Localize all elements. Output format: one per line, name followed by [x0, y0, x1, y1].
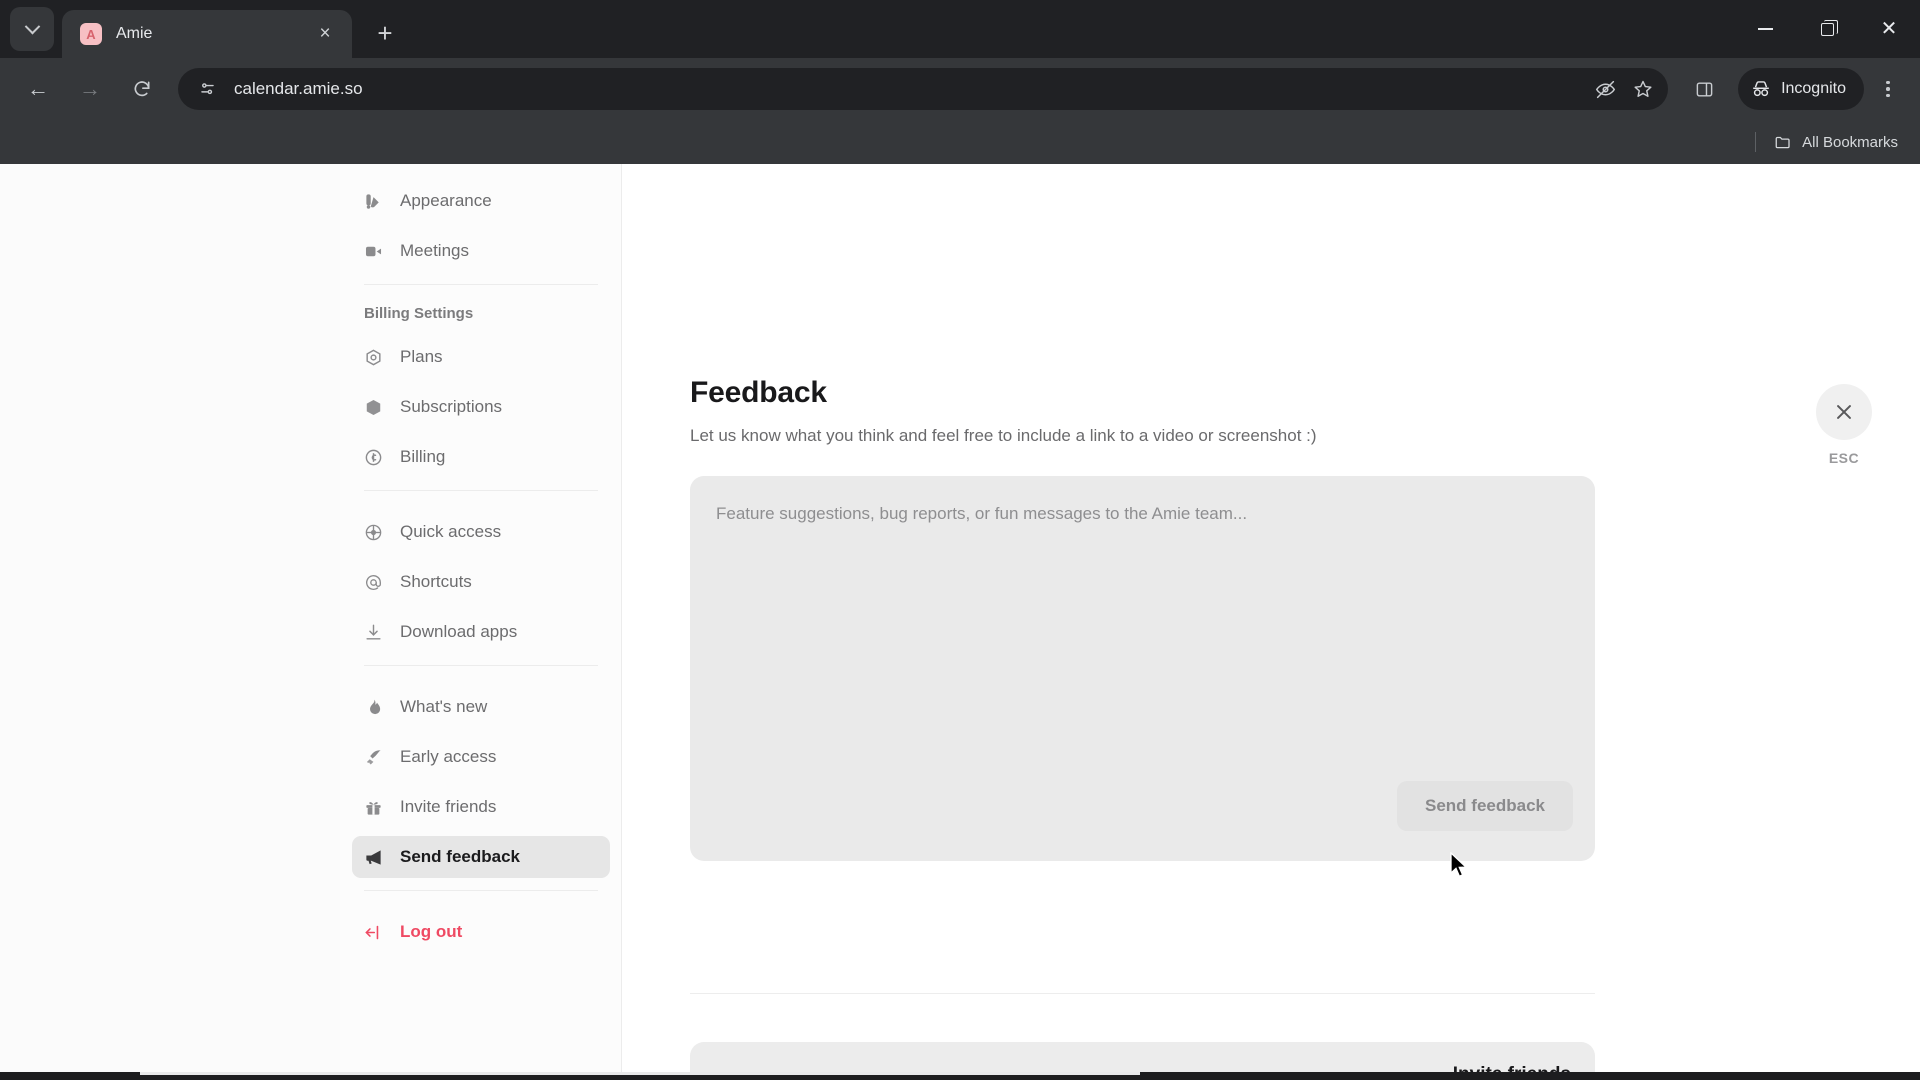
- divider: [364, 890, 598, 891]
- browser-toolbar: ← → calendar.amie.so Incognito: [0, 58, 1920, 120]
- sidebar-item-calendars[interactable]: Calendars: [352, 164, 610, 172]
- sidebar-item-shortcuts[interactable]: Shortcuts: [352, 561, 610, 603]
- site-settings-icon[interactable]: [192, 74, 222, 104]
- billing-settings-heading: Billing Settings: [364, 305, 474, 322]
- meetings-icon: [364, 242, 390, 261]
- side-panel-button[interactable]: [1683, 68, 1725, 110]
- quick-access-icon: [364, 523, 390, 542]
- mouse-cursor: [1450, 851, 1470, 880]
- sidebar-item-billing[interactable]: Billing: [352, 436, 610, 478]
- page-title: Feedback: [690, 376, 827, 409]
- settings-sidebar: Calendars Appearance: [340, 164, 622, 1072]
- sidebar-item-plans[interactable]: Plans: [352, 336, 610, 378]
- reload-button[interactable]: [121, 68, 163, 110]
- feedback-placeholder: Feature suggestions, bug reports, or fun…: [716, 504, 1248, 523]
- incognito-icon: [1753, 81, 1769, 97]
- bookmarks-bar: All Bookmarks: [0, 120, 1920, 164]
- back-button[interactable]: ←: [17, 68, 59, 110]
- shortcuts-icon: [364, 573, 390, 592]
- new-tab-button[interactable]: +: [366, 14, 404, 52]
- sidebar-label: Download apps: [400, 622, 518, 641]
- flame-icon: [364, 698, 390, 717]
- sidebar-item-logout[interactable]: Log out: [352, 911, 610, 953]
- close-modal-control[interactable]: ESC: [1812, 384, 1876, 466]
- sidebar-label: Invite friends: [400, 797, 497, 816]
- sidebar-scroll-area[interactable]: Calendars Appearance: [340, 164, 622, 1072]
- sidebar-label: Shortcuts: [400, 572, 472, 591]
- window-close-button[interactable]: ✕: [1858, 0, 1920, 58]
- sidebar-label: Meetings: [400, 241, 469, 260]
- billing-icon: [364, 448, 390, 467]
- toolbar-right: Incognito: [1678, 68, 1908, 110]
- tab-search-button[interactable]: [10, 7, 54, 51]
- browser-tab[interactable]: A Amie ×: [62, 10, 352, 58]
- url-text: calendar.amie.so: [234, 79, 363, 98]
- page-viewport: Calendars Appearance: [0, 164, 1920, 1080]
- incognito-label: Incognito: [1781, 80, 1846, 97]
- divider: [364, 284, 598, 285]
- sidebar-label: Log out: [400, 922, 463, 941]
- sidebar-item-download-apps[interactable]: Download apps: [352, 611, 610, 653]
- feedback-body: Feedback Let us know what you think and …: [690, 376, 1595, 1080]
- send-feedback-button[interactable]: Send feedback: [1397, 781, 1573, 831]
- sidebar-label: Send feedback: [400, 847, 520, 866]
- subscriptions-icon: [364, 398, 390, 417]
- sidebar-item-invite-friends[interactable]: Invite friends: [352, 786, 610, 828]
- close-icon: [1837, 405, 1851, 419]
- chrome-menu-button[interactable]: [1868, 69, 1908, 109]
- gift-icon: [364, 798, 390, 817]
- incognito-indicator[interactable]: Incognito: [1738, 68, 1864, 110]
- amie-favicon-icon: A: [80, 23, 102, 45]
- feedback-textarea[interactable]: Feature suggestions, bug reports, or fun…: [690, 476, 1595, 861]
- sidebar-item-appearance[interactable]: Appearance: [352, 180, 610, 222]
- tracking-protection-icon[interactable]: [1588, 72, 1622, 106]
- divider: [364, 665, 598, 666]
- settings-nav: Calendars Appearance: [340, 164, 622, 961]
- sidebar-item-subscriptions[interactable]: Subscriptions: [352, 386, 610, 428]
- logout-icon: [364, 923, 390, 942]
- divider: [1755, 132, 1757, 152]
- sidebar-label: Plans: [400, 347, 443, 366]
- page-subtitle: Let us know what you think and feel free…: [690, 426, 1317, 445]
- divider: [364, 490, 598, 491]
- bookmark-star-icon[interactable]: [1626, 72, 1660, 106]
- sidebar-item-meetings[interactable]: Meetings: [352, 230, 610, 272]
- appearance-icon: [364, 192, 390, 211]
- esc-label: ESC: [1828, 450, 1860, 466]
- all-bookmarks-button[interactable]: All Bookmarks: [1774, 133, 1898, 151]
- sidebar-label: Billing: [400, 447, 446, 466]
- sidebar-label: Appearance: [400, 191, 492, 210]
- megaphone-icon: [364, 848, 390, 867]
- minimize-button[interactable]: [1734, 0, 1796, 58]
- sidebar-item-quick-access[interactable]: Quick access: [352, 511, 610, 553]
- all-bookmarks-label: All Bookmarks: [1802, 133, 1898, 151]
- maximize-button[interactable]: [1796, 0, 1858, 58]
- window-controls: ✕: [1734, 0, 1920, 58]
- browser-window: A Amie × + ✕ ← → calendar.amie.so Incogn…: [0, 0, 1920, 1080]
- sidebar-item-send-feedback[interactable]: Send feedback: [352, 836, 610, 878]
- divider: [690, 993, 1595, 994]
- forward-button[interactable]: →: [69, 68, 111, 110]
- tab-close-button[interactable]: ×: [310, 19, 340, 49]
- download-icon: [364, 623, 390, 642]
- page-bottom-edge: [0, 1072, 1920, 1080]
- tab-strip: A Amie × + ✕: [0, 0, 1920, 58]
- sidebar-item-whats-new[interactable]: What's new: [352, 686, 610, 728]
- sidebar-label: What's new: [400, 697, 488, 716]
- chevron-down-icon: [24, 18, 40, 34]
- rocket-icon: [364, 748, 390, 767]
- sidebar-item-early-access[interactable]: Early access: [352, 736, 610, 778]
- folder-icon: [1775, 136, 1790, 149]
- tab-title: Amie: [116, 25, 153, 42]
- close-button[interactable]: [1816, 384, 1872, 440]
- sidebar-label: Subscriptions: [400, 397, 503, 416]
- plans-icon: [364, 348, 390, 367]
- address-bar[interactable]: calendar.amie.so: [178, 68, 1669, 110]
- sidebar-label: Early access: [400, 747, 497, 766]
- sidebar-label: Quick access: [400, 522, 502, 541]
- feedback-panel: Feedback Let us know what you think and …: [622, 164, 1920, 1080]
